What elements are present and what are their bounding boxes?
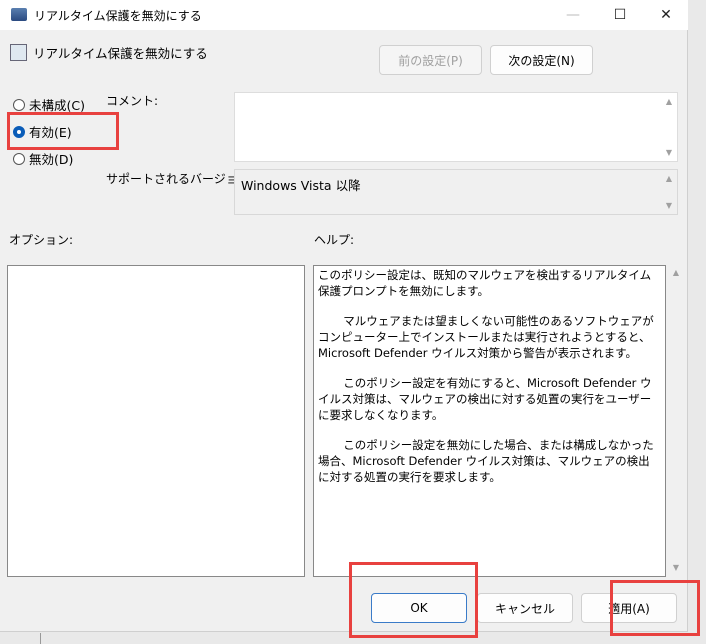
highlight-enabled — [7, 112, 119, 150]
help-paragraph: このポリシー設定は、既知のマルウェアを検出するリアルタイム保護プロンプトを無効に… — [318, 268, 652, 298]
previous-setting-button[interactable]: 前の設定(P) — [379, 45, 482, 75]
help-paragraph: このポリシー設定を無効にした場合、または構成しなかった場合、Microsoft … — [318, 438, 654, 484]
app-icon — [11, 8, 27, 21]
radio-circle — [13, 98, 25, 111]
policy-title: リアルタイム保護を無効にする — [33, 46, 208, 61]
options-panel — [7, 265, 305, 577]
options-label: オプション: — [9, 233, 74, 247]
radio-label: 無効(D) — [29, 152, 74, 167]
help-paragraph: マルウェアまたは望ましくない可能性のあるソフトウェアがコンピューター上でインスト… — [318, 314, 654, 360]
next-setting-button[interactable]: 次の設定(N) — [490, 45, 593, 75]
window-title: リアルタイム保護を無効にする — [34, 9, 202, 23]
comment-input[interactable]: ▲ ▼ — [234, 92, 678, 162]
help-label: ヘルプ: — [314, 233, 355, 247]
highlight-apply — [610, 580, 700, 636]
minimize-button[interactable]: — — [550, 0, 596, 30]
title-bar: リアルタイム保護を無効にする — ☐ ✕ — [0, 0, 688, 30]
help-scroll-up-icon[interactable]: ▲ — [668, 268, 684, 277]
help-scroll-down-icon[interactable]: ▼ — [668, 563, 684, 572]
radio-circle — [13, 152, 25, 165]
supported-field: Windows Vista 以降 ▲ ▼ — [234, 169, 678, 215]
policy-dialog: リアルタイム保護を無効にする — ☐ ✕ リアルタイム保護を無効にする 前の設定… — [0, 0, 688, 632]
close-button[interactable]: ✕ — [643, 0, 689, 30]
background-divider — [40, 633, 41, 644]
scroll-up-icon[interactable]: ▲ — [661, 174, 677, 183]
scroll-down-icon[interactable]: ▼ — [661, 148, 677, 157]
help-text: このポリシー設定は、既知のマルウェアを検出するリアルタイム保護プロンプトを無効に… — [313, 265, 666, 577]
help-paragraph: このポリシー設定を有効にすると、Microsoft Defender ウイルス対… — [318, 376, 652, 422]
scroll-down-icon[interactable]: ▼ — [661, 201, 677, 210]
maximize-button[interactable]: ☐ — [597, 0, 643, 30]
scroll-up-icon[interactable]: ▲ — [661, 97, 677, 106]
cancel-button[interactable]: キャンセル — [477, 593, 573, 623]
comment-label: コメント: — [106, 94, 159, 108]
policy-icon — [10, 44, 27, 61]
supported-value: Windows Vista 以降 — [241, 178, 361, 193]
highlight-ok — [349, 562, 478, 638]
supported-label: サポートされるバージョン: — [106, 172, 254, 186]
radio-disabled[interactable]: 無効(D) — [13, 149, 73, 168]
